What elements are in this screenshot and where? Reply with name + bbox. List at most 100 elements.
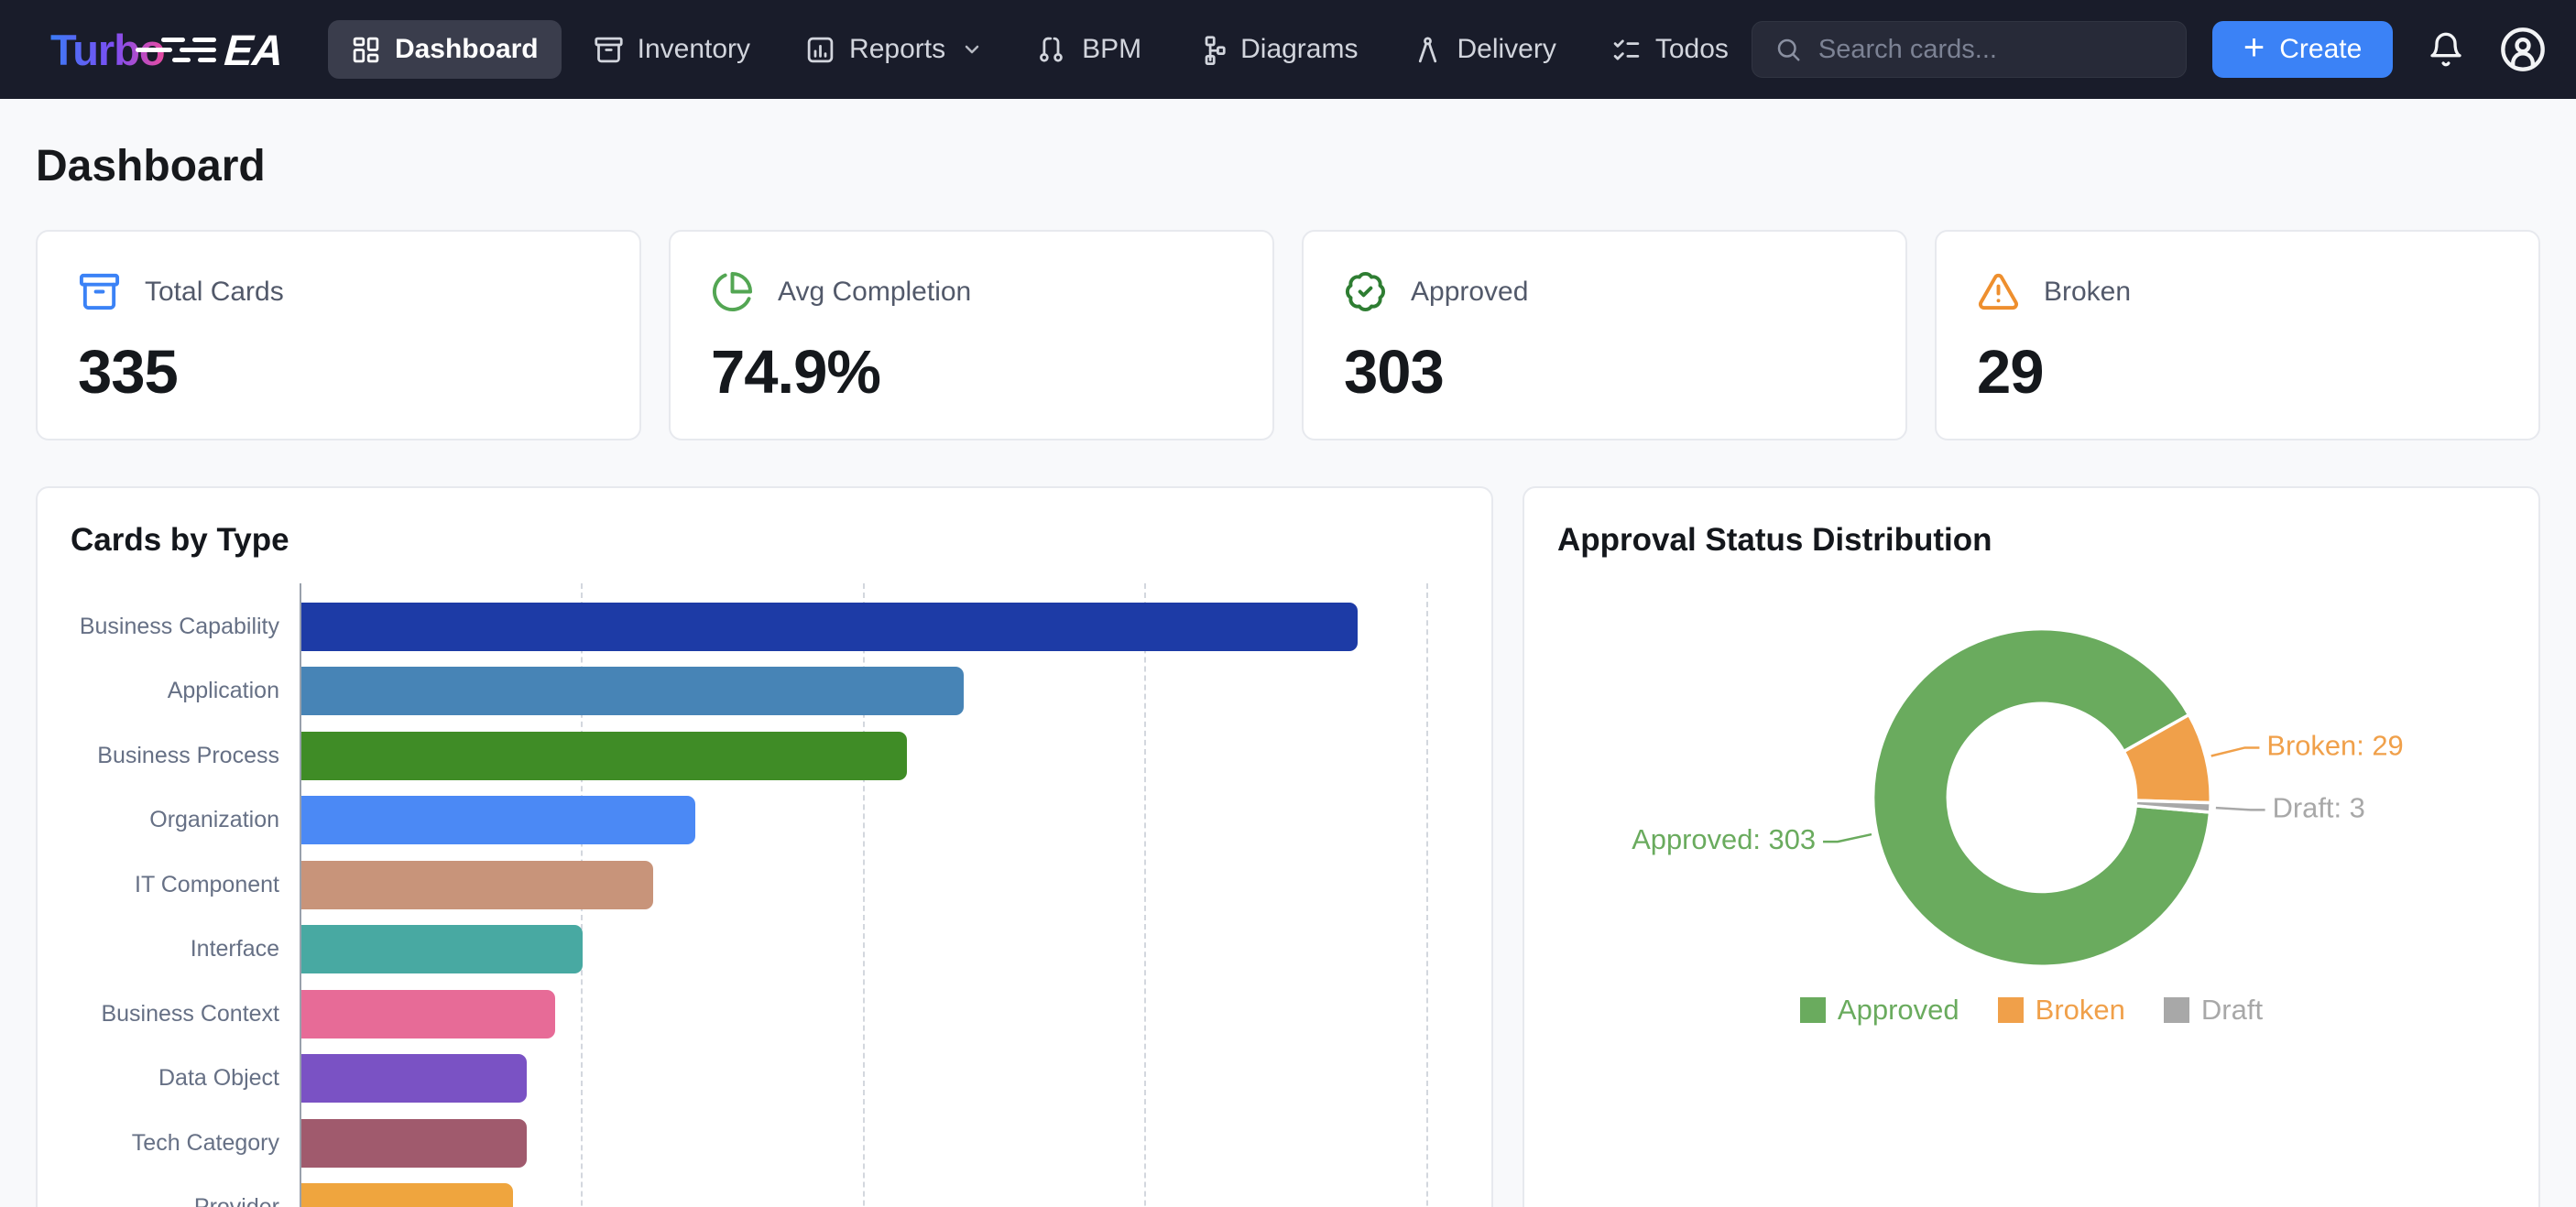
- bar-business-process: [301, 732, 907, 780]
- category-label: Interface: [71, 936, 300, 963]
- bar-row: Business Capability: [71, 594, 1458, 659]
- cards-by-type-panel: Cards by Type Business Capability Applica…: [36, 486, 1493, 1207]
- legend-item-draft[interactable]: Draft: [2164, 994, 2263, 1027]
- bar-row: Business Process: [71, 723, 1458, 788]
- category-label: Business Process: [71, 743, 300, 770]
- category-label: Business Capability: [71, 614, 300, 641]
- bar-provider: [301, 1183, 513, 1207]
- legend-swatch: [2164, 997, 2189, 1023]
- stat-label: Avg Completion: [778, 277, 971, 308]
- stat-label: Broken: [2044, 277, 2131, 308]
- bar-business-context: [301, 990, 555, 1038]
- nav-label: BPM: [1082, 34, 1141, 65]
- bar-row: IT Component: [71, 853, 1458, 918]
- bar-data-object: [301, 1054, 527, 1103]
- top-nav-bar: Turbo EA Dashboard Inventory Reports BPM…: [0, 0, 2576, 99]
- search-bar: [1752, 21, 2187, 78]
- nav-label: Todos: [1655, 34, 1729, 65]
- main-nav: Dashboard Inventory Reports BPM Diagrams…: [328, 20, 1752, 79]
- category-label: Data Object: [71, 1065, 300, 1093]
- create-button[interactable]: + Create: [2212, 21, 2393, 78]
- legend-label: Draft: [2201, 994, 2263, 1027]
- diagrams-icon: [1196, 35, 1227, 65]
- bar-business-capability: [301, 603, 1358, 651]
- stat-card-approved: Approved 303: [1302, 230, 1907, 440]
- donut-leader-line: [1823, 834, 1872, 842]
- donut-chart: Approved: 303 Broken: 29 Draft: 3: [1557, 569, 2505, 981]
- legend-swatch: [1800, 997, 1826, 1023]
- nav-item-reports[interactable]: Reports: [782, 20, 1006, 79]
- inventory-icon: [594, 35, 624, 65]
- nav-label: Inventory: [638, 34, 750, 65]
- donut-label-approved: Approved: 303: [1632, 823, 1816, 855]
- speed-lines-icon: [180, 38, 216, 62]
- bar-interface: [301, 925, 583, 973]
- donut-leader-line: [2211, 747, 2260, 756]
- bar-row: Organization: [71, 788, 1458, 854]
- nav-label: Diagrams: [1240, 34, 1358, 65]
- warning-triangle-icon: [1977, 270, 2020, 313]
- category-label: Business Context: [71, 1001, 300, 1028]
- category-label: Provider: [71, 1194, 300, 1207]
- category-label: Organization: [71, 807, 300, 834]
- nav-item-bpm[interactable]: BPM: [1015, 20, 1164, 79]
- reports-icon: [805, 35, 835, 65]
- user-avatar-icon: [2499, 26, 2547, 73]
- bar-organization: [301, 796, 695, 844]
- search-input[interactable]: [1818, 35, 2164, 65]
- stat-value: 29: [1977, 337, 2498, 408]
- bar-application: [301, 667, 964, 715]
- nav-item-dashboard[interactable]: Dashboard: [328, 20, 562, 79]
- chevron-down-icon: [961, 38, 983, 60]
- bar-row: Interface: [71, 918, 1458, 983]
- donut-label-draft: Draft: 3: [2273, 792, 2365, 824]
- logo-text-turbo: Turbo: [50, 25, 165, 75]
- app-logo[interactable]: Turbo EA: [50, 25, 282, 75]
- bar-row: Provider: [71, 1176, 1458, 1207]
- category-label: IT Component: [71, 872, 300, 899]
- bar-row: Business Context: [71, 982, 1458, 1047]
- stat-value: 74.9%: [711, 337, 1232, 408]
- category-label: Application: [71, 678, 300, 705]
- stat-card-avg-completion: Avg Completion 74.9%: [669, 230, 1274, 440]
- delivery-icon: [1413, 35, 1443, 65]
- donut-legend: Approved Broken Draft: [1557, 994, 2505, 1027]
- bar-chart: Business Capability Application Business P…: [71, 583, 1458, 1207]
- bar-row: Tech Category: [71, 1111, 1458, 1176]
- stats-row: Total Cards 335 Avg Completion 74.9% App…: [36, 230, 2540, 440]
- chart-title: Cards by Type: [71, 521, 1458, 560]
- legend-item-broken[interactable]: Broken: [1998, 994, 2125, 1027]
- nav-item-todos[interactable]: Todos: [1588, 20, 1752, 79]
- stat-card-total-cards: Total Cards 335: [36, 230, 641, 440]
- bar-row: Data Object: [71, 1047, 1458, 1112]
- donut-svg: Approved: 303 Broken: 29 Draft: 3: [1557, 569, 2505, 981]
- donut-leader-line: [2216, 808, 2265, 810]
- nav-label: Reports: [849, 34, 945, 65]
- badge-check-icon: [1344, 270, 1387, 313]
- notifications-button[interactable]: [2428, 31, 2464, 68]
- stat-card-broken: Broken 29: [1935, 230, 2540, 440]
- nav-item-delivery[interactable]: Delivery: [1390, 20, 1578, 79]
- category-label: Tech Category: [71, 1130, 300, 1158]
- dashboard-icon: [351, 35, 381, 65]
- donut-label-broken: Broken: 29: [2266, 730, 2403, 762]
- dashboard-page: Dashboard Total Cards 335 Avg Completion…: [0, 99, 2576, 1207]
- legend-label: Broken: [2036, 994, 2125, 1027]
- page-title: Dashboard: [36, 141, 2540, 191]
- logo-text-ea: EA: [223, 25, 284, 75]
- nav-item-diagrams[interactable]: Diagrams: [1173, 20, 1381, 79]
- legend-label: Approved: [1838, 994, 1959, 1027]
- stat-label: Approved: [1411, 277, 1528, 308]
- user-menu-button[interactable]: [2499, 26, 2547, 73]
- nav-item-inventory[interactable]: Inventory: [571, 20, 773, 79]
- legend-swatch: [1998, 997, 2024, 1023]
- bar-tech-category: [301, 1119, 527, 1168]
- approval-status-panel: Approval Status Distribution Approved: 3…: [1523, 486, 2540, 1207]
- nav-label: Dashboard: [395, 34, 539, 65]
- charts-row: Cards by Type Business Capability Applica…: [36, 486, 2540, 1207]
- stat-value: 335: [78, 337, 599, 408]
- legend-item-approved[interactable]: Approved: [1800, 994, 1959, 1027]
- bar-it-component: [301, 861, 653, 909]
- stat-label: Total Cards: [145, 277, 284, 308]
- create-label: Create: [2279, 34, 2362, 65]
